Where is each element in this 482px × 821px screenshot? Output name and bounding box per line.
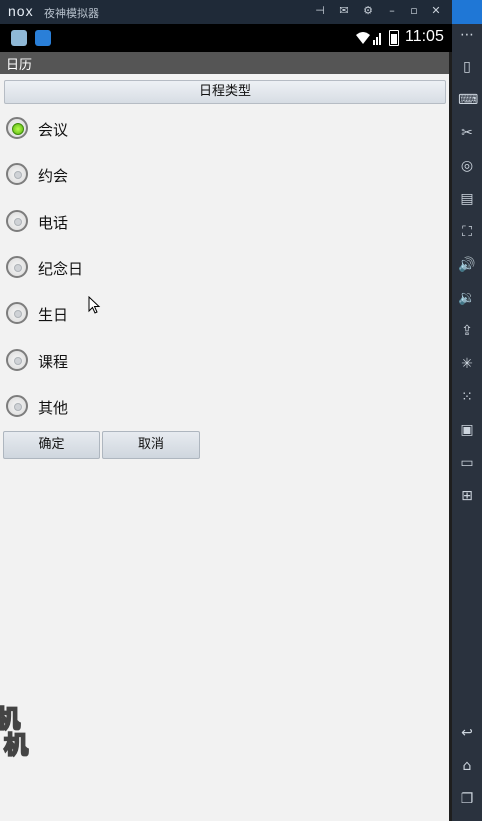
confirm-button[interactable]: 确定 [3, 431, 100, 459]
scissors-icon[interactable]: ✂ [458, 124, 476, 142]
option-label: 纪念日 [38, 260, 84, 278]
mail-icon[interactable]: ✉ [336, 3, 352, 19]
action-bar: 日历 [0, 52, 449, 74]
radio-button[interactable] [6, 349, 28, 371]
emulator-toolbar: ⋯ ▯ ⌨ ✂ ◎ ▤ ⛶ 🔊 🔉 ⇪ ✳ ⁙ ▣ ▭ ⊞ ↩ ⌂ ❐ [452, 0, 482, 821]
option-anniversary[interactable]: 纪念日 [6, 254, 206, 288]
back-icon[interactable]: ↩ [458, 724, 476, 742]
minimize-icon[interactable]: – [384, 3, 400, 19]
shield-icon [35, 30, 51, 46]
gear-icon[interactable]: ⚙ [360, 3, 376, 19]
recent-apps-icon[interactable]: ❐ [458, 790, 476, 808]
macro-icon[interactable]: ⁙ [458, 388, 476, 406]
option-label: 课程 [38, 353, 69, 371]
option-label: 约会 [38, 167, 69, 185]
maximize-icon[interactable]: ▫ [406, 3, 422, 19]
option-meeting[interactable]: 会议 [6, 115, 206, 149]
loading-icon[interactable]: ✳ [458, 355, 476, 373]
app-content: 日程类型 会议 约会 电话 纪念日 生日 课程 其他 确定 取消 机 机 [0, 74, 449, 821]
keyboard-icon[interactable]: ⌨ [458, 91, 478, 109]
option-label: 其他 [38, 399, 69, 417]
app-title: 夜神模拟器 [44, 7, 99, 20]
battery-icon [389, 30, 399, 46]
option-appointment[interactable]: 约会 [6, 161, 206, 195]
volume-down-icon[interactable]: 🔉 [458, 289, 476, 307]
radio-button[interactable] [6, 163, 28, 185]
screen-icon[interactable]: ▤ [458, 190, 476, 208]
radio-button[interactable] [6, 302, 28, 324]
location-icon[interactable]: ◎ [458, 157, 476, 175]
radio-button[interactable] [6, 210, 28, 232]
option-birthday[interactable]: 生日 [6, 300, 206, 334]
cancel-button[interactable]: 取消 [102, 431, 200, 459]
watermark: 机 机 [0, 705, 29, 759]
option-course[interactable]: 课程 [6, 347, 206, 381]
radio-button[interactable] [6, 256, 28, 278]
option-label: 电话 [38, 214, 69, 232]
mouse-cursor-icon [88, 296, 101, 314]
fullscreen-icon[interactable]: ⛶ [458, 223, 476, 241]
status-clock: 11:05 [405, 28, 444, 45]
watermark-line: 机 [0, 705, 21, 733]
notification-app-icon [11, 30, 27, 46]
emulator-title-bar: nox 夜神模拟器 ⊣ ✉ ⚙ – ▫ ✕ [0, 0, 452, 24]
wifi-signal-icon [356, 32, 381, 45]
toolbar-accent [452, 0, 482, 24]
action-bar-title: 日历 [6, 58, 33, 73]
record-icon[interactable]: ▣ [458, 421, 476, 439]
shake-icon[interactable]: ▯ [458, 58, 476, 76]
install-apk-icon[interactable]: ⇪ [458, 322, 476, 340]
more-icon[interactable]: ⋯ [458, 26, 476, 44]
event-type-header-button[interactable]: 日程类型 [4, 80, 446, 104]
add-icon[interactable]: ⊞ [458, 487, 476, 505]
multi-instance-icon[interactable]: ▭ [458, 454, 476, 472]
option-other[interactable]: 其他 [6, 393, 206, 427]
pin-icon[interactable]: ⊣ [312, 3, 328, 19]
close-icon[interactable]: ✕ [428, 3, 444, 19]
radio-button[interactable] [6, 395, 28, 417]
home-icon[interactable]: ⌂ [458, 757, 476, 775]
option-label: 会议 [38, 121, 69, 139]
option-label: 生日 [38, 306, 69, 324]
radio-button[interactable] [6, 117, 28, 139]
volume-up-icon[interactable]: 🔊 [458, 256, 476, 274]
option-phone[interactable]: 电话 [6, 208, 206, 242]
android-status-bar: 11:05 [0, 24, 452, 52]
nox-logo: nox [8, 3, 34, 19]
watermark-line: 机 [3, 731, 29, 759]
